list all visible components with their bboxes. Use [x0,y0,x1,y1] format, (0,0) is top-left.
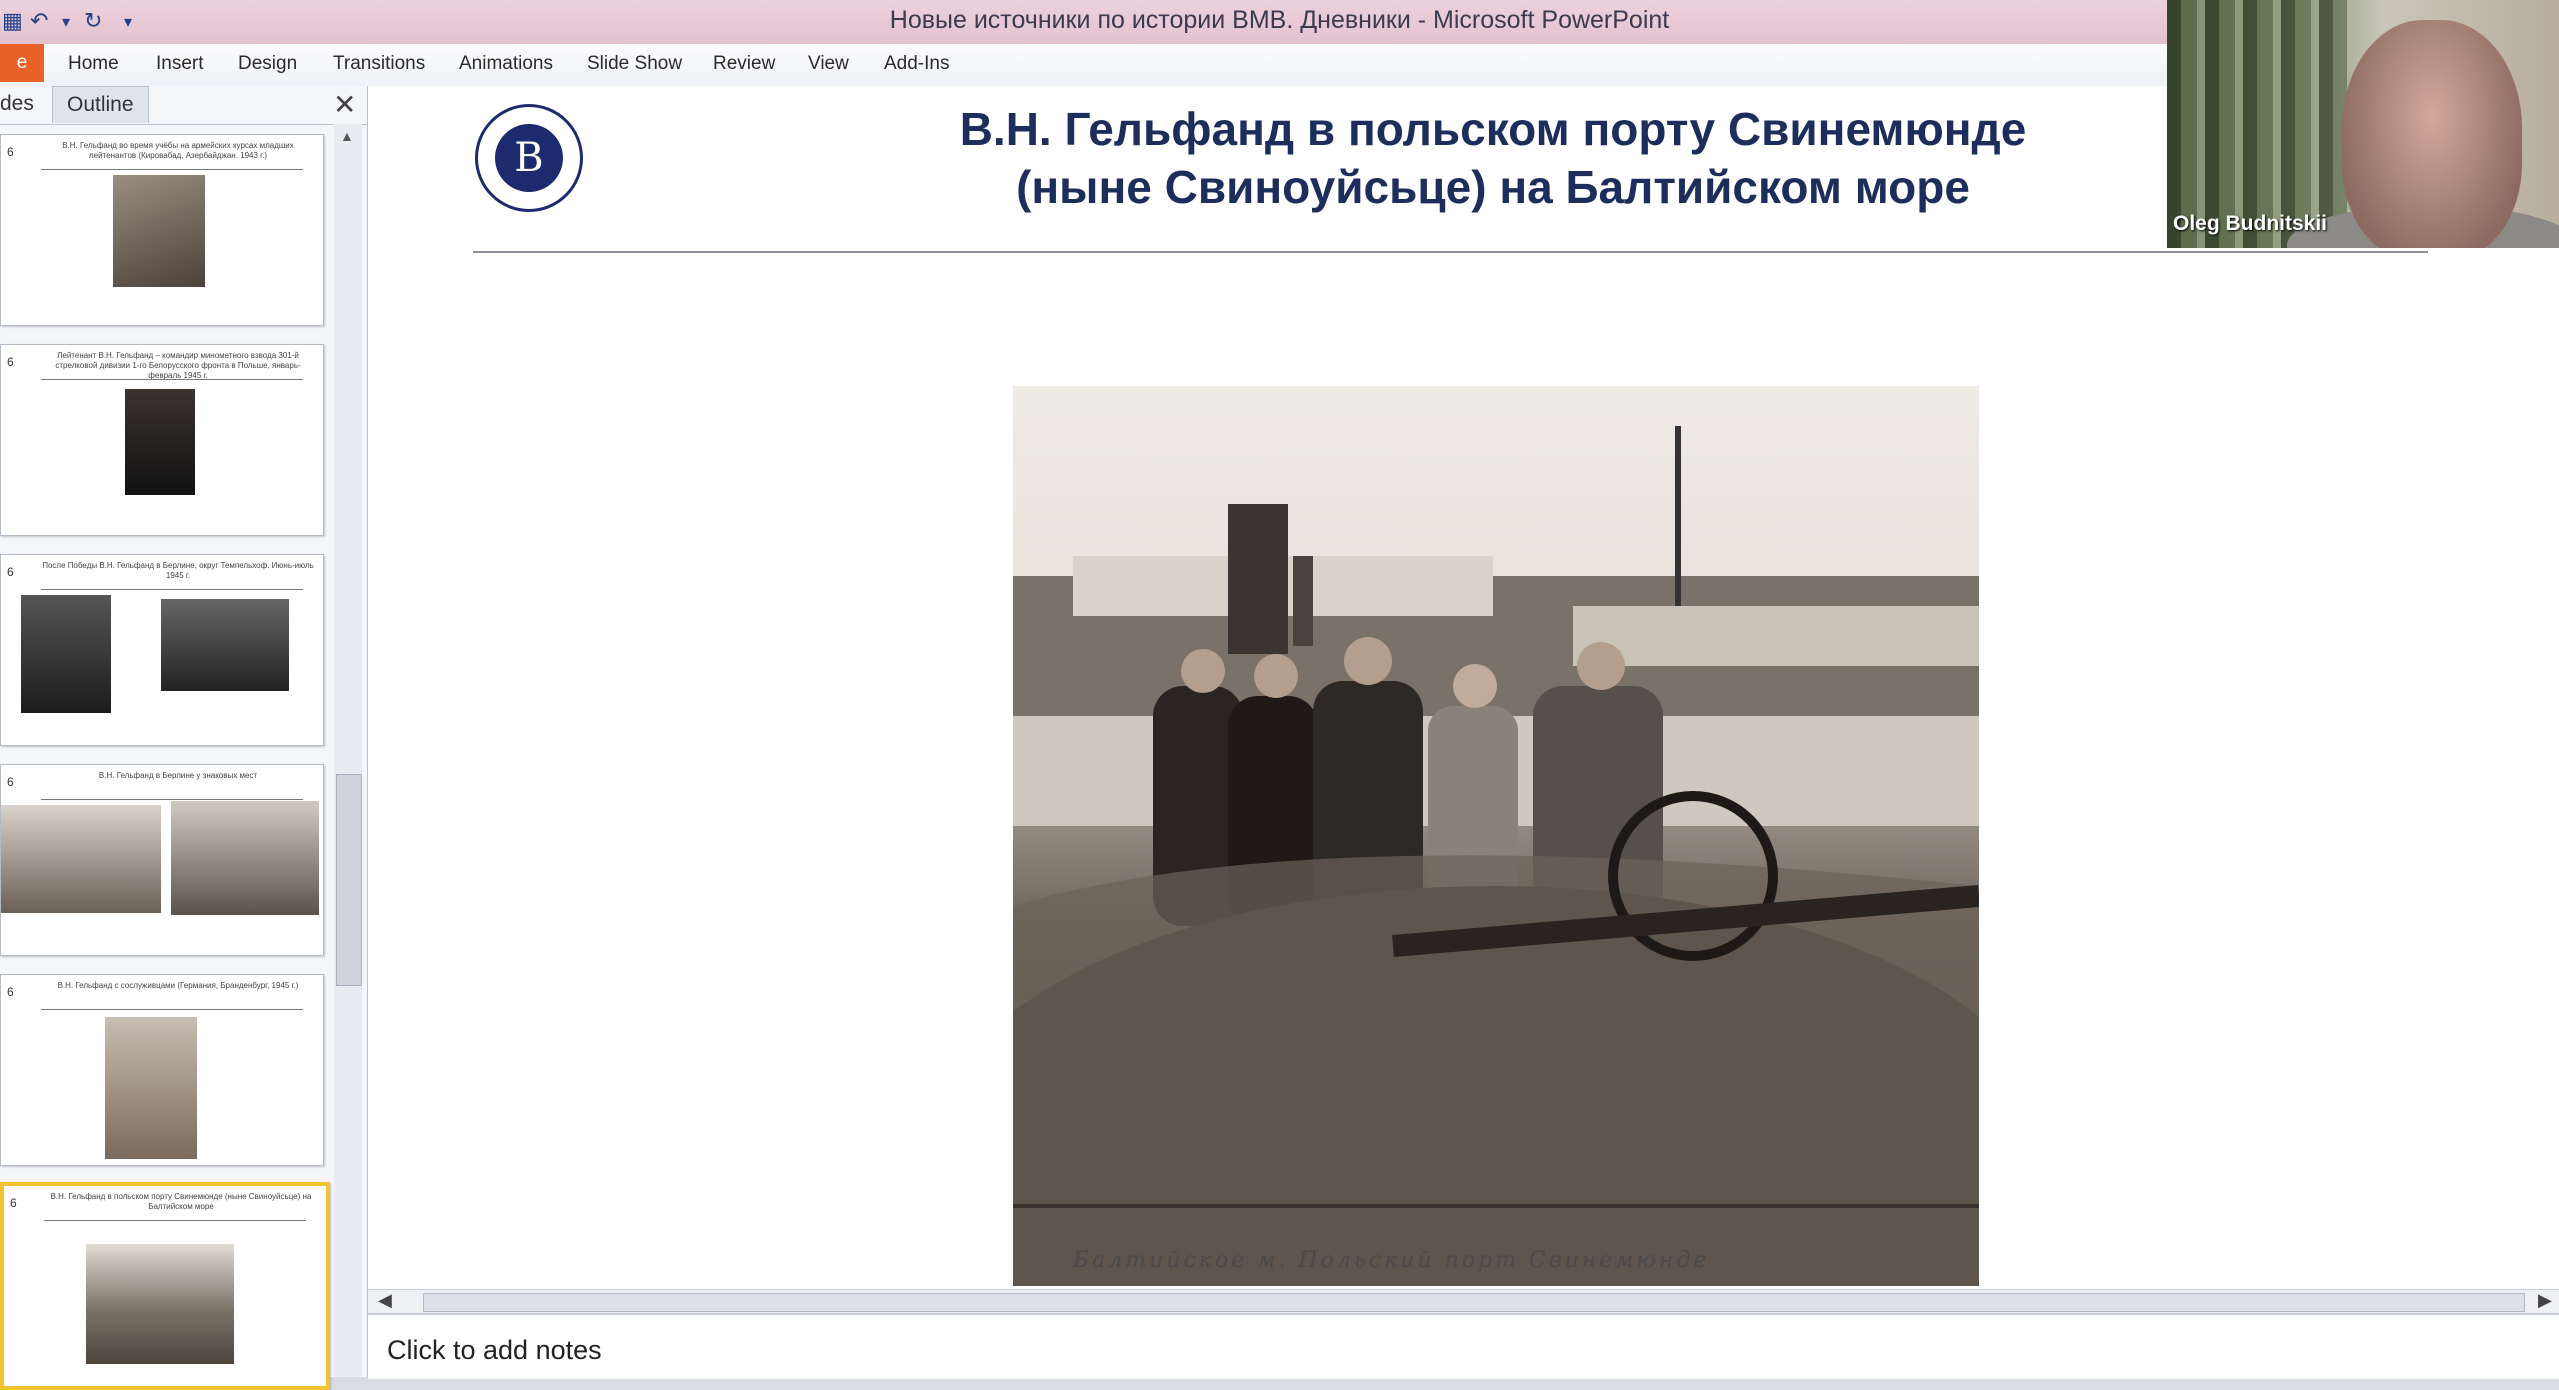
logo-emblem-icon: В [495,124,563,192]
divider [44,1220,306,1221]
panel-scrollbar[interactable]: ▲ [334,124,362,1377]
panel-tabs: des Outline ✕ [0,86,367,125]
tab-slides[interactable]: des [0,92,34,116]
thumbnail-photo [21,595,111,713]
title-line-1: В.Н. Гельфанд в польском порту Свинемюнд… [959,103,2027,155]
thumbnail-caption: В.Н. Гельфанд с сослуживцами (Германия, … [57,981,299,990]
slide-thumbnail[interactable]: 6 Лейтенант В.Н. Гельфанд – командир мин… [0,344,324,536]
thumbnail-photo [113,175,205,287]
thumbnail-photo [161,599,289,691]
slide-number: 6 [10,1196,17,1210]
tab-slide-show[interactable]: Slide Show [587,53,682,75]
slide-thumbnail[interactable]: 6 В.Н. Гельфанд с сослуживцами (Германия… [0,974,324,1166]
slide-editor: В В.Н. Гельфанд в польском порту Свинемю… [368,86,2559,1295]
tab-add-ins[interactable]: Add-Ins [884,53,949,75]
title-line-2: (ныне Свиноуйсьце) на Балтийском море [1016,161,1970,213]
speaker-face [2342,20,2522,248]
scroll-left-icon[interactable]: ◀ [378,1290,392,1311]
horizontal-scrollbar[interactable]: ◀ ▶ [368,1289,2559,1314]
divider [41,799,303,800]
thumbnail-caption: В.Н. Гельфанд в Берлине у знаковых мест [98,771,258,780]
thumbnail-photo [1,805,161,913]
thumbnail-photo [171,801,319,915]
speaker-video: Oleg Budnitskii [2167,0,2559,248]
divider [41,589,303,590]
scrollbar-thumb[interactable] [336,774,362,986]
tab-home[interactable]: Home [68,53,119,75]
close-icon[interactable]: ✕ [333,88,356,121]
tab-design[interactable]: Design [238,53,297,75]
tab-outline[interactable]: Outline [52,86,149,123]
scroll-up-icon[interactable]: ▲ [340,128,354,144]
thumbnail-caption: В.Н. Гельфанд во время учёбы на армейски… [62,141,294,160]
slide-thumbnail[interactable]: 6 В.Н. Гельфанд во время учёбы на армейс… [0,134,324,326]
slide-number: 6 [7,145,14,159]
slide-thumbnail[interactable]: 6 После Победы В.Н. Гельфанд в Берлине, … [0,554,324,746]
divider [41,169,303,170]
slide-canvas[interactable]: В В.Н. Гельфанд в польском порту Свинемю… [368,86,2559,1292]
notes-placeholder[interactable]: Click to add notes [387,1335,602,1366]
file-tab[interactable]: e [0,44,44,82]
thumbnail-caption: Лейтенант В.Н. Гельфанд – командир мином… [55,351,301,380]
photo-mount-edge [1013,1204,1979,1208]
slide-number: 6 [7,355,14,369]
tab-insert[interactable]: Insert [156,53,204,75]
notes-pane[interactable]: Click to add notes [368,1313,2559,1379]
tab-transitions[interactable]: Transitions [333,53,425,75]
tab-review[interactable]: Review [713,53,775,75]
scrollbar-thumb[interactable] [423,1293,2525,1312]
thumbnail-photo [125,389,195,495]
thumbnail-photo [86,1244,234,1364]
title-divider [473,251,2428,253]
divider [41,1009,303,1010]
thumbnail-caption: В.Н. Гельфанд в польском порту Свинемюнд… [50,1192,312,1211]
thumbnail-photo [105,1017,197,1159]
speaker-name: Oleg Budnitskii [2173,212,2328,235]
slide-number: 6 [7,565,14,579]
background-trees [2167,0,2347,248]
slide-thumbnail-selected[interactable]: 6 В.Н. Гельфанд в польском порту Свинемю… [0,1182,330,1390]
slides-panel: des Outline ✕ 6 В.Н. Гельфанд во время у… [0,86,368,1390]
historical-photo[interactable] [1013,386,1979,1286]
slide-number: 6 [7,775,14,789]
divider [41,379,303,380]
thumbnail-caption: После Победы В.Н. Гельфанд в Берлине, ок… [42,561,314,580]
slide-number: 6 [7,985,14,999]
tab-animations[interactable]: Animations [459,53,553,75]
scroll-right-icon[interactable]: ▶ [2538,1290,2552,1311]
slide-thumbnail[interactable]: 6 В.Н. Гельфанд в Берлине у знаковых мес… [0,764,324,956]
slide-title[interactable]: В.Н. Гельфанд в польском порту Свинемюнд… [858,100,2128,216]
handwritten-caption: Балтийское м. Польский порт Свинемюнде [1073,1248,1710,1273]
university-logo: В [475,104,583,212]
tab-view[interactable]: View [808,53,849,75]
photo-drawing [1013,386,1979,1286]
